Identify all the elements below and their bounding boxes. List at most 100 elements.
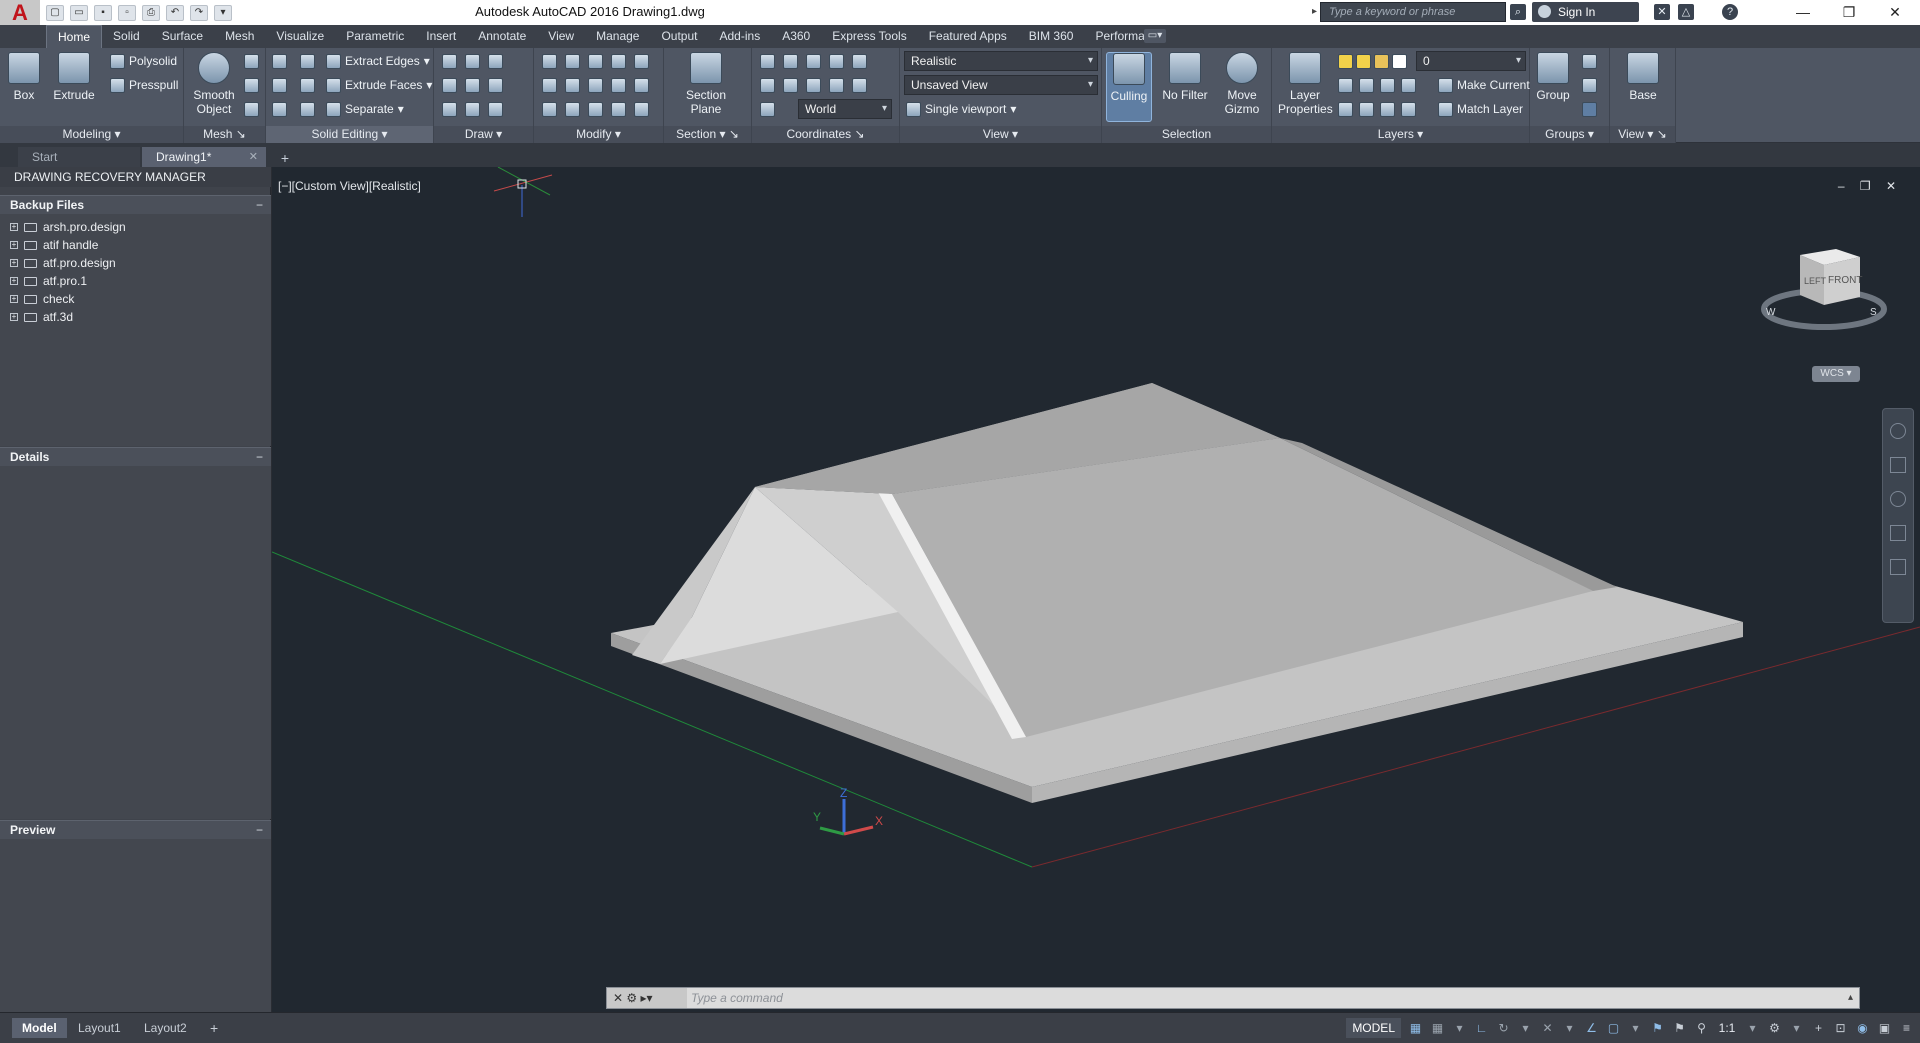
ucs-y-icon[interactable]	[829, 53, 844, 69]
polyline-icon[interactable]	[442, 77, 457, 93]
layer-freeze-icon[interactable]	[1380, 77, 1395, 93]
customization-menu-icon[interactable]: ≡	[1899, 1021, 1914, 1036]
make-current-button[interactable]: Make Current	[1438, 75, 1530, 95]
ucs-named-icon[interactable]	[760, 101, 775, 117]
intersect-button[interactable]	[272, 99, 287, 119]
tab-mesh[interactable]: Mesh	[214, 25, 265, 48]
slice-button[interactable]	[300, 51, 315, 71]
polar-icon[interactable]: ↻	[1496, 1021, 1511, 1036]
annotation-scale-value[interactable]: 1:1	[1716, 1021, 1738, 1036]
collapse-icon[interactable]: −	[256, 821, 263, 840]
command-input[interactable]: Type a command	[691, 988, 783, 1008]
interfere-button[interactable]	[300, 75, 315, 95]
tab-visualize[interactable]: Visualize	[265, 25, 335, 48]
draw-panel-label[interactable]: Draw ▾	[434, 126, 533, 143]
scale-icon[interactable]	[588, 77, 603, 93]
viewcube-front-label[interactable]: FRONT	[1828, 275, 1862, 286]
close-icon[interactable]: ✕	[1872, 0, 1918, 25]
polygon-icon[interactable]	[442, 101, 457, 117]
layer-unlock-icon[interactable]	[1401, 101, 1416, 117]
extrude-button[interactable]: Extrude	[51, 52, 97, 102]
viewport-window-controls[interactable]: – ❐ ✕	[1838, 179, 1902, 193]
copy-icon[interactable]	[542, 77, 557, 93]
section-panel-label[interactable]: Section ▾ ↘	[664, 126, 751, 143]
pan-icon[interactable]	[1890, 457, 1906, 473]
tab-express-tools[interactable]: Express Tools	[821, 25, 917, 48]
isodraft-icon[interactable]: ✕	[1540, 1021, 1555, 1036]
new-tab-icon[interactable]: +	[276, 149, 294, 167]
tab-view[interactable]: View	[537, 25, 585, 48]
ucs-view-icon[interactable]	[783, 77, 798, 93]
layer-unisolate-icon[interactable]	[1359, 101, 1374, 117]
auto-scale-icon[interactable]: ⚑	[1672, 1021, 1687, 1036]
tab-parametric[interactable]: Parametric	[335, 25, 415, 48]
model-space-button[interactable]: MODEL	[1346, 1018, 1401, 1038]
move-gizmo-button[interactable]: Move Gizmo	[1216, 52, 1268, 116]
3d-array-icon[interactable]	[634, 101, 649, 117]
ucs-x-icon[interactable]	[806, 53, 821, 69]
tab-close-icon[interactable]: ✕	[249, 147, 258, 167]
expand-icon[interactable]: +	[10, 241, 18, 249]
group-button[interactable]: Group	[1532, 52, 1574, 102]
mirror-icon[interactable]	[565, 77, 580, 93]
layer-off-icon[interactable]	[1338, 77, 1353, 93]
list-item[interactable]: + atif handle	[0, 236, 271, 254]
line-icon[interactable]	[465, 77, 480, 93]
align-icon[interactable]	[588, 101, 603, 117]
solid-editing-panel-label[interactable]: Solid Editing ▾	[266, 126, 433, 143]
viewport-controls-label[interactable]: [−][Custom View][Realistic]	[278, 179, 421, 193]
ucs-zaxis-icon[interactable]	[852, 77, 867, 93]
expand-icon[interactable]: +	[10, 259, 18, 267]
ellipse-icon[interactable]	[488, 101, 503, 117]
stretch-icon[interactable]	[611, 77, 626, 93]
named-view-dropdown[interactable]: Unsaved View	[904, 75, 1098, 95]
grid-icon[interactable]: ▦	[1408, 1021, 1423, 1036]
expand-icon[interactable]: +	[10, 277, 18, 285]
collapse-icon[interactable]: −	[256, 196, 263, 215]
rotate-icon[interactable]	[611, 53, 626, 69]
thicken-button[interactable]	[300, 99, 315, 119]
hardware-acceleration-icon[interactable]: ◉	[1855, 1021, 1870, 1036]
layer-thaw-icon[interactable]	[1380, 101, 1395, 117]
list-item[interactable]: + check	[0, 290, 271, 308]
chevron-down-icon[interactable]: ▾	[1789, 1021, 1804, 1036]
chevron-down-icon[interactable]: ▾	[1562, 1021, 1577, 1036]
no-filter-button[interactable]: No Filter	[1158, 52, 1212, 102]
object-snap-icon[interactable]: ▢	[1606, 1021, 1621, 1036]
move-icon[interactable]	[588, 53, 603, 69]
mesh-tool-2[interactable]	[244, 75, 259, 95]
model-viewport[interactable]: Z X Y [−][Custom View][Realistic] – ❐ ✕ …	[272, 167, 1920, 1012]
tab-drawing1[interactable]: Drawing1* ✕	[142, 147, 266, 167]
tab-insert[interactable]: Insert	[415, 25, 467, 48]
chevron-down-icon[interactable]: ▾	[1745, 1021, 1760, 1036]
exchange-apps-icon[interactable]: ✕	[1654, 4, 1670, 20]
groups-panel-label[interactable]: Groups ▾	[1530, 126, 1609, 143]
selection-panel-label[interactable]: Selection	[1102, 126, 1271, 143]
tab-start[interactable]: Start	[18, 147, 140, 167]
plus-icon[interactable]: +	[1811, 1021, 1826, 1036]
restore-icon[interactable]: ❐	[1826, 0, 1872, 25]
view-panel-label[interactable]: View ▾	[900, 126, 1101, 143]
rectangle-icon[interactable]	[465, 101, 480, 117]
viewport-config-button[interactable]: Single viewport ▾	[906, 99, 1016, 119]
mesh-tool-1[interactable]	[244, 51, 259, 71]
viewport-canvas[interactable]: Z X Y	[272, 167, 1920, 1012]
smooth-object-button[interactable]: Smooth Object	[188, 52, 240, 116]
layout-tab-layout2[interactable]: Layout2	[134, 1018, 197, 1038]
fillet-icon[interactable]	[634, 53, 649, 69]
list-item[interactable]: + atf.3d	[0, 308, 271, 326]
list-item[interactable]: + atf.pro.1	[0, 272, 271, 290]
wcs-menu-button[interactable]: WCS ▾	[1812, 366, 1860, 382]
array-icon[interactable]	[634, 77, 649, 93]
base-button[interactable]: Base	[1620, 52, 1666, 102]
tab-manage[interactable]: Manage	[585, 25, 650, 48]
trim-icon[interactable]	[542, 53, 557, 69]
tab-featured-apps[interactable]: Featured Apps	[918, 25, 1018, 48]
ucs-dropdown[interactable]: World	[798, 99, 892, 119]
tab-output[interactable]: Output	[650, 25, 708, 48]
visual-style-dropdown[interactable]: Realistic	[904, 51, 1098, 71]
circle-icon[interactable]	[488, 77, 503, 93]
expand-icon[interactable]: +	[10, 313, 18, 321]
viewcube[interactable]: LEFT FRONT W S	[1748, 247, 1888, 337]
new-layout-icon[interactable]: +	[204, 1018, 224, 1038]
